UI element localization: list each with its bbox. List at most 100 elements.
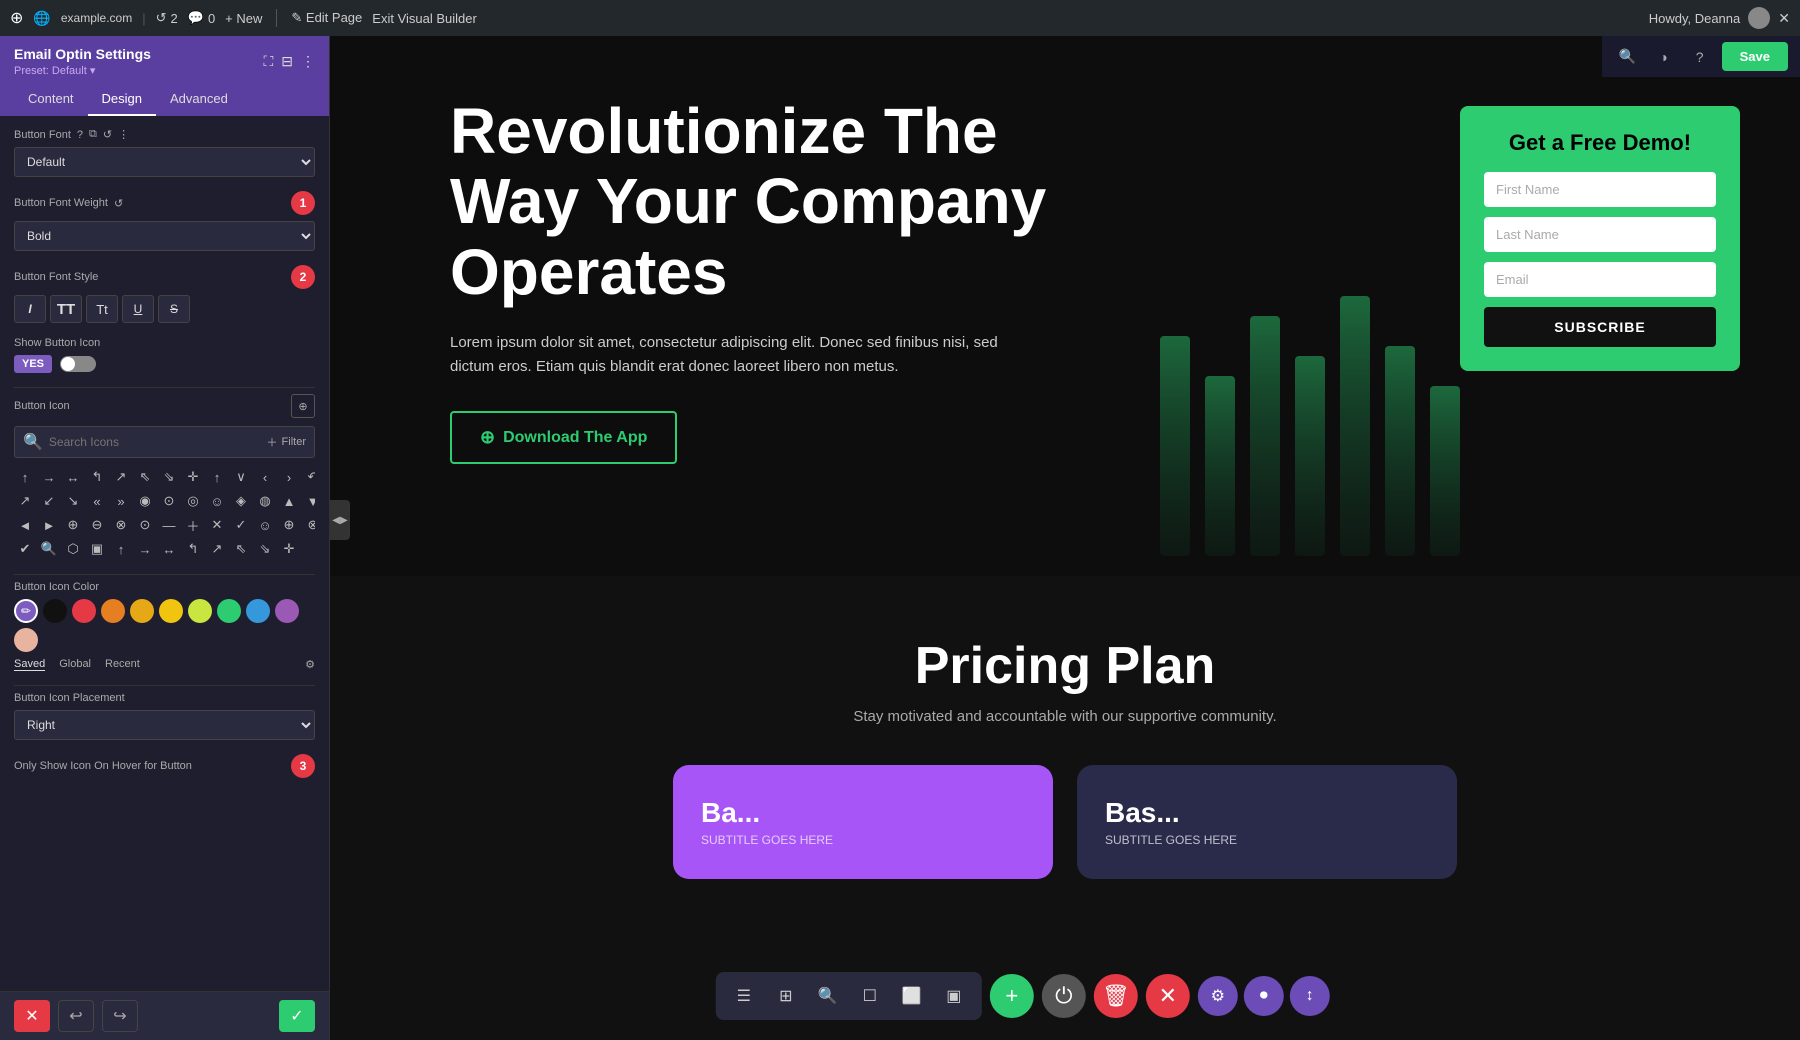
icon-cell-39[interactable]: ✔	[14, 538, 36, 560]
button-font-weight-select[interactable]: Bold	[14, 221, 315, 251]
undo-button[interactable]: ↩	[58, 1000, 94, 1032]
icon-cell-33[interactable]: ＋	[182, 514, 204, 536]
icon-cell-23[interactable]: ◍	[254, 490, 276, 512]
exit-vb-btn[interactable]: Exit Visual Builder	[372, 11, 477, 26]
subscribe-button[interactable]: SUBSCRIBE	[1484, 307, 1716, 347]
comments-btn[interactable]: 💬 0	[188, 10, 215, 26]
toolbar-tablet-btn[interactable]: ☐	[852, 978, 888, 1014]
close-topbar-icon[interactable]: ✕	[1778, 10, 1790, 27]
bold-btn[interactable]: TT	[50, 295, 82, 323]
icon-cell-47[interactable]: ↗	[206, 538, 228, 560]
placement-select[interactable]: Right	[14, 710, 315, 740]
color-yellow-swatch[interactable]	[159, 599, 183, 623]
icon-cell-12[interactable]: ↶	[302, 466, 315, 488]
more-icon[interactable]: ⋮	[118, 128, 129, 141]
icon-cell-32[interactable]: —	[158, 514, 180, 536]
reset-font-weight-icon[interactable]: ↺	[114, 197, 123, 210]
icon-cell-21[interactable]: ☺	[206, 490, 228, 512]
icon-cell-9[interactable]: ∨	[230, 466, 252, 488]
toggle-slider[interactable]	[60, 356, 96, 372]
icon-cell-48[interactable]: ⇖	[230, 538, 252, 560]
top-right-help-btn[interactable]: ?	[1686, 43, 1714, 71]
collapse-handle[interactable]: ◀ ▶	[330, 500, 350, 540]
settings-sort-btn[interactable]: ↕	[1290, 976, 1330, 1016]
icon-cell-20[interactable]: ◎	[182, 490, 204, 512]
power-fab-btn[interactable]: ⏻	[1042, 974, 1086, 1018]
icon-cell-45[interactable]: ↔	[158, 538, 180, 560]
add-fab-btn[interactable]: +	[990, 974, 1034, 1018]
updates-btn[interactable]: ↺ 2	[156, 10, 178, 26]
icon-cell-1[interactable]: →	[38, 466, 60, 488]
italic-btn[interactable]: I	[14, 295, 46, 323]
icon-cell-3[interactable]: ↰	[86, 466, 108, 488]
icon-cell-4[interactable]: ↗	[110, 466, 132, 488]
icon-filter-btn[interactable]: ＋ Filter	[267, 434, 306, 450]
icon-cell-18[interactable]: ◉	[134, 490, 156, 512]
icon-cell-26[interactable]: ◄	[14, 514, 36, 536]
tab-content[interactable]: Content	[14, 83, 88, 116]
icon-cell-44[interactable]: →	[134, 538, 156, 560]
panel-preset[interactable]: Preset: Default ▾	[14, 64, 151, 77]
reset-icon[interactable]: ↺	[103, 128, 112, 141]
cancel-button[interactable]: ✕	[14, 1000, 50, 1032]
toolbar-menu-btn[interactable]: ☰	[726, 978, 762, 1014]
strikethrough-btn[interactable]: S	[158, 295, 190, 323]
icon-cell-50[interactable]: ✛	[278, 538, 300, 560]
color-tab-global[interactable]: Global	[59, 658, 91, 671]
new-btn[interactable]: + New	[225, 11, 262, 26]
toolbar-search-btn[interactable]: 🔍	[810, 978, 846, 1014]
color-brush-swatch[interactable]: ✏	[14, 599, 38, 623]
tab-advanced[interactable]: Advanced	[156, 83, 242, 116]
delete-fab-btn[interactable]: 🗑	[1094, 974, 1138, 1018]
help-icon[interactable]: ?	[77, 129, 83, 141]
icon-cell-11[interactable]: ›	[278, 466, 300, 488]
color-amber-swatch[interactable]	[130, 599, 154, 623]
settings-record-btn[interactable]: ⏺	[1244, 976, 1284, 1016]
icon-cell-16[interactable]: «	[86, 490, 108, 512]
redo-button[interactable]: ↪	[102, 1000, 138, 1032]
icon-cell-30[interactable]: ⊗	[110, 514, 132, 536]
columns-icon[interactable]: ⊟	[281, 53, 293, 70]
save-button[interactable]: Save	[1722, 42, 1788, 71]
color-tab-saved[interactable]: Saved	[14, 658, 45, 671]
icon-cell-2[interactable]: ↔	[62, 466, 84, 488]
icon-cell-42[interactable]: ▣	[86, 538, 108, 560]
color-orange-swatch[interactable]	[101, 599, 125, 623]
icon-cell-43[interactable]: ↑	[110, 538, 132, 560]
icon-cell-13[interactable]: ↗	[14, 490, 36, 512]
icon-cell-38[interactable]: ⊗	[302, 514, 315, 536]
icon-cell-7[interactable]: ✛	[182, 466, 204, 488]
icon-cell-31[interactable]: ⊙	[134, 514, 156, 536]
color-pink-swatch[interactable]	[14, 628, 38, 652]
first-name-input[interactable]	[1484, 172, 1716, 207]
icon-cell-46[interactable]: ↰	[182, 538, 204, 560]
color-red-swatch[interactable]	[72, 599, 96, 623]
color-settings-icon[interactable]: ⚙	[305, 658, 315, 671]
settings-gear-btn[interactable]: ⚙	[1198, 976, 1238, 1016]
email-input[interactable]	[1484, 262, 1716, 297]
icon-cell-49[interactable]: ⇘	[254, 538, 276, 560]
toolbar-phone-btn[interactable]: ▣	[936, 978, 972, 1014]
icon-cell-8[interactable]: ↑	[206, 466, 228, 488]
icon-cell-37[interactable]: ⊕	[278, 514, 300, 536]
icon-cell-19[interactable]: ⊙	[158, 490, 180, 512]
icon-cell-24[interactable]: ▲	[278, 490, 300, 512]
confirm-button[interactable]: ✓	[279, 1000, 315, 1032]
color-purple-swatch[interactable]	[275, 599, 299, 623]
icon-cell-22[interactable]: ◈	[230, 490, 252, 512]
title-btn[interactable]: Tt	[86, 295, 118, 323]
site-icon[interactable]: 🌐	[33, 10, 50, 27]
download-app-button[interactable]: ⊕ Download The App	[450, 411, 677, 464]
top-right-search-btn[interactable]: 🔍	[1614, 43, 1642, 71]
icon-cell-36[interactable]: ☺	[254, 514, 276, 536]
icon-cell-27[interactable]: ►	[38, 514, 60, 536]
icon-cell-15[interactable]: ↘	[62, 490, 84, 512]
color-blue-swatch[interactable]	[246, 599, 270, 623]
icon-cell-5[interactable]: ⇖	[134, 466, 156, 488]
underline-btn[interactable]: U	[122, 295, 154, 323]
icon-cell-6[interactable]: ⇘	[158, 466, 180, 488]
color-black-swatch[interactable]	[43, 599, 67, 623]
tab-design[interactable]: Design	[88, 83, 156, 116]
icon-cell-10[interactable]: ‹	[254, 466, 276, 488]
icon-cell-34[interactable]: ✕	[206, 514, 228, 536]
